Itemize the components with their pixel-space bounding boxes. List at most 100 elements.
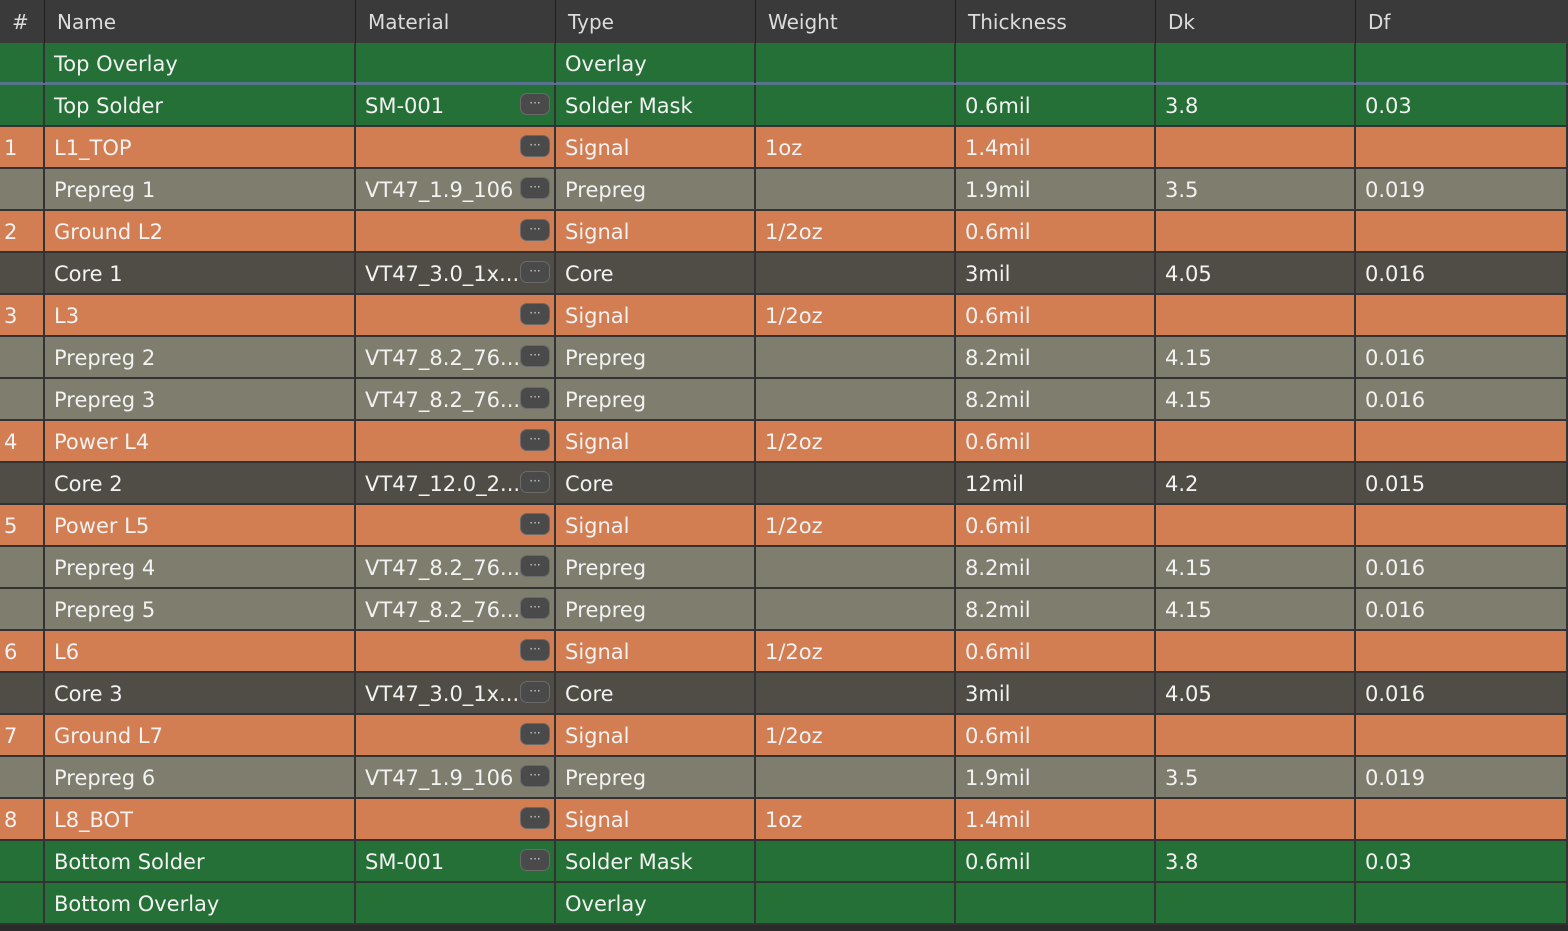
layer-dk-cell[interactable]: 3.8	[1156, 85, 1356, 125]
material-browse-button[interactable]: ···	[520, 723, 550, 745]
layer-type-cell[interactable]: Solder Mask	[556, 841, 756, 881]
layer-weight-cell[interactable]: 1/2oz	[756, 631, 956, 671]
layer-weight-cell[interactable]: 1/2oz	[756, 211, 956, 251]
layer-type-cell[interactable]: Signal	[556, 421, 756, 461]
layer-type-cell[interactable]: Solder Mask	[556, 85, 756, 125]
layer-name-cell[interactable]: Power L5	[45, 505, 356, 545]
layer-df-cell[interactable]	[1356, 295, 1568, 335]
layer-name-cell[interactable]: Ground L2	[45, 211, 356, 251]
table-row[interactable]: Core 3 VT47_3.0_1x... Core 3mil 4.05 0.016 ···	[0, 673, 1568, 715]
layer-name-cell[interactable]: Prepreg 3	[45, 379, 356, 419]
layer-df-cell[interactable]	[1356, 631, 1568, 671]
layer-type-cell[interactable]: Prepreg	[556, 547, 756, 587]
layer-thickness-cell[interactable]: 1.9mil	[956, 757, 1156, 797]
material-browse-button[interactable]: ···	[520, 639, 550, 661]
table-row[interactable]: Prepreg 1 VT47_1.9_106 Prepreg 1.9mil 3.5 0.0…	[0, 169, 1568, 211]
layer-dk-cell[interactable]: 4.15	[1156, 379, 1356, 419]
layer-number-cell[interactable]: 8	[0, 799, 45, 839]
material-browse-button[interactable]: ···	[520, 219, 550, 241]
layer-type-cell[interactable]: Prepreg	[556, 337, 756, 377]
layer-type-cell[interactable]: Prepreg	[556, 589, 756, 629]
layer-type-cell[interactable]: Signal	[556, 631, 756, 671]
layer-weight-cell[interactable]: 1/2oz	[756, 715, 956, 755]
layer-thickness-cell[interactable]: 3mil	[956, 253, 1156, 293]
layer-dk-cell[interactable]: 4.05	[1156, 253, 1356, 293]
material-browse-button[interactable]: ···	[520, 807, 550, 829]
layer-thickness-cell[interactable]: 12mil	[956, 463, 1156, 503]
layer-df-cell[interactable]	[1356, 505, 1568, 545]
layer-number-cell[interactable]: 2	[0, 211, 45, 251]
layer-number-cell[interactable]: 1	[0, 127, 45, 167]
material-browse-button[interactable]: ···	[520, 135, 550, 157]
layer-dk-cell[interactable]: 4.15	[1156, 589, 1356, 629]
layer-thickness-cell[interactable]: 8.2mil	[956, 547, 1156, 587]
layer-dk-cell[interactable]: 3.5	[1156, 169, 1356, 209]
layer-weight-cell[interactable]	[756, 253, 956, 293]
column-header-weight[interactable]: Weight	[756, 0, 956, 43]
layer-thickness-cell[interactable]	[956, 43, 1156, 83]
column-header-number[interactable]: #	[0, 0, 45, 43]
table-row[interactable]: Prepreg 3 VT47_8.2_76... Prepreg 8.2mil 4.15…	[0, 379, 1568, 421]
layer-name-cell[interactable]: Bottom Solder	[45, 841, 356, 881]
material-browse-button[interactable]: ···	[520, 345, 550, 367]
table-row[interactable]: 4 Power L4 Signal 1/2oz 0.6mil ···	[0, 421, 1568, 463]
layer-type-cell[interactable]: Prepreg	[556, 379, 756, 419]
layer-name-cell[interactable]: Core 3	[45, 673, 356, 713]
layer-type-cell[interactable]: Overlay	[556, 883, 756, 923]
material-browse-button[interactable]: ···	[520, 93, 550, 115]
layer-number-cell[interactable]	[0, 673, 45, 713]
material-browse-button[interactable]: ···	[520, 849, 550, 871]
layer-type-cell[interactable]: Signal	[556, 799, 756, 839]
layer-weight-cell[interactable]	[756, 379, 956, 419]
layer-name-cell[interactable]: Top Overlay	[45, 43, 356, 83]
layer-number-cell[interactable]	[0, 463, 45, 503]
layer-thickness-cell[interactable]: 8.2mil	[956, 337, 1156, 377]
layer-type-cell[interactable]: Signal	[556, 715, 756, 755]
layer-name-cell[interactable]: Power L4	[45, 421, 356, 461]
table-row[interactable]: Bottom Solder SM-001 Solder Mask 0.6mil 3.8 0…	[0, 841, 1568, 883]
layer-number-cell[interactable]	[0, 547, 45, 587]
layer-type-cell[interactable]: Core	[556, 253, 756, 293]
layer-name-cell[interactable]: Prepreg 1	[45, 169, 356, 209]
layer-weight-cell[interactable]	[756, 589, 956, 629]
layer-thickness-cell[interactable]: 3mil	[956, 673, 1156, 713]
layer-name-cell[interactable]: L8_BOT	[45, 799, 356, 839]
layer-weight-cell[interactable]	[756, 841, 956, 881]
material-browse-button[interactable]: ···	[520, 681, 550, 703]
layer-df-cell[interactable]: 0.016	[1356, 337, 1568, 377]
layer-number-cell[interactable]	[0, 379, 45, 419]
material-browse-button[interactable]: ···	[520, 765, 550, 787]
layer-df-cell[interactable]	[1356, 127, 1568, 167]
layer-type-cell[interactable]: Signal	[556, 295, 756, 335]
layer-type-cell[interactable]: Core	[556, 463, 756, 503]
layer-name-cell[interactable]: Prepreg 4	[45, 547, 356, 587]
layer-weight-cell[interactable]	[756, 883, 956, 923]
layer-weight-cell[interactable]	[756, 169, 956, 209]
layer-type-cell[interactable]: Prepreg	[556, 757, 756, 797]
layer-dk-cell[interactable]	[1156, 505, 1356, 545]
layer-name-cell[interactable]: Top Solder	[45, 85, 356, 125]
layer-number-cell[interactable]	[0, 589, 45, 629]
layer-dk-cell[interactable]	[1156, 127, 1356, 167]
layer-name-cell[interactable]: L6	[45, 631, 356, 671]
layer-name-cell[interactable]: Prepreg 5	[45, 589, 356, 629]
layer-dk-cell[interactable]	[1156, 211, 1356, 251]
layer-df-cell[interactable]: 0.016	[1356, 589, 1568, 629]
layer-thickness-cell[interactable]: 1.9mil	[956, 169, 1156, 209]
material-browse-button[interactable]: ···	[520, 387, 550, 409]
layer-dk-cell[interactable]: 4.05	[1156, 673, 1356, 713]
column-header-df[interactable]: Df	[1356, 0, 1568, 43]
layer-number-cell[interactable]: 6	[0, 631, 45, 671]
layer-name-cell[interactable]: Core 2	[45, 463, 356, 503]
layer-thickness-cell[interactable]	[956, 883, 1156, 923]
layer-name-cell[interactable]: L3	[45, 295, 356, 335]
layer-dk-cell[interactable]	[1156, 715, 1356, 755]
layer-number-cell[interactable]	[0, 253, 45, 293]
layer-name-cell[interactable]: L1_TOP	[45, 127, 356, 167]
layer-material-cell[interactable]	[356, 883, 556, 923]
table-row[interactable]: Top Overlay Overlay	[0, 43, 1568, 85]
layer-df-cell[interactable]: 0.016	[1356, 673, 1568, 713]
layer-dk-cell[interactable]: 3.5	[1156, 757, 1356, 797]
layer-weight-cell[interactable]	[756, 337, 956, 377]
layer-name-cell[interactable]: Core 1	[45, 253, 356, 293]
